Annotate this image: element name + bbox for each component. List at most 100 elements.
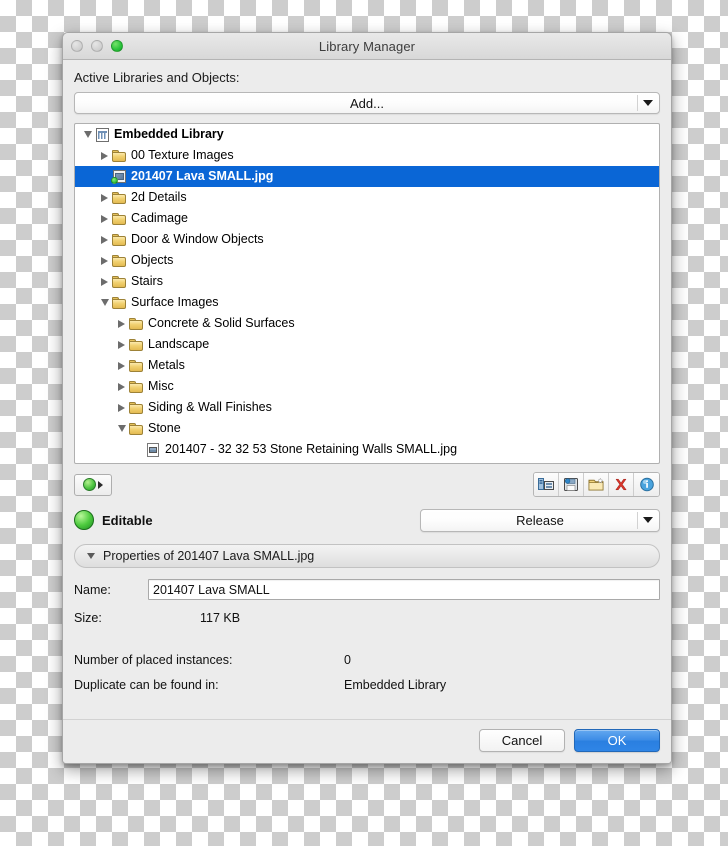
tree-row[interactable]: Landscape (75, 334, 659, 355)
caret-separator (637, 95, 638, 111)
disclosure-closed-icon[interactable] (98, 235, 111, 244)
tree-row[interactable]: Concrete & Solid Surfaces (75, 313, 659, 334)
triangle-down-icon (87, 553, 95, 559)
disclosure-closed-icon[interactable] (98, 277, 111, 286)
new-folder-icon-glyph (588, 477, 604, 491)
tree-row[interactable]: Stairs (75, 271, 659, 292)
duplicate-row: Duplicate can be found in: Embedded Libr… (74, 678, 660, 692)
folder-icon (111, 296, 128, 310)
folder-icon (111, 191, 128, 205)
release-select-value: Release (516, 512, 564, 528)
status-badge: Editable (102, 512, 153, 528)
disclosure-closed-icon[interactable] (98, 193, 111, 202)
save-library-icon-glyph (564, 478, 578, 491)
library-tree[interactable]: Embedded Library 00 Texture Images 201407 … (74, 123, 660, 464)
embedded-badge-icon (111, 176, 118, 184)
tree-row[interactable]: Misc (75, 376, 659, 397)
tree-row[interactable]: 201407 - ... SMALL.jpg (75, 460, 659, 465)
disclosure-closed-icon[interactable] (115, 382, 128, 391)
disclosure-open-icon[interactable] (98, 299, 111, 306)
tree-row[interactable]: Surface Images (75, 292, 659, 313)
folder-icon (111, 149, 128, 163)
tree-row[interactable]: 2d Details (75, 187, 659, 208)
folder-icon (128, 317, 145, 331)
properties-disclosure-header[interactable]: Properties of 201407 Lava SMALL.jpg (74, 544, 660, 568)
instances-value: 0 (344, 653, 351, 667)
release-select[interactable]: Release (420, 508, 660, 532)
green-sphere-icon (83, 478, 96, 491)
tree-row-label: Metals (148, 358, 185, 373)
tree-row[interactable]: Cadimage (75, 208, 659, 229)
active-libraries-label: Active Libraries and Objects: (74, 70, 240, 85)
tree-row-label: Door & Window Objects (131, 232, 264, 247)
image-doc-icon (145, 464, 162, 465)
disclosure-open-icon[interactable] (115, 425, 128, 432)
cancel-button[interactable]: Cancel (479, 729, 565, 752)
library-status-row: Editable Release (74, 507, 660, 533)
tree-row[interactable]: Door & Window Objects (75, 229, 659, 250)
tree-row-label: Surface Images (131, 295, 219, 310)
disclosure-closed-icon[interactable] (115, 403, 128, 412)
instances-row: Number of placed instances: 0 (74, 653, 660, 667)
folder-icon (111, 254, 128, 268)
tree-row[interactable]: Stone (75, 418, 659, 439)
new-folder-icon[interactable] (584, 473, 609, 496)
library-action-icons (533, 472, 660, 497)
folder-icon (128, 422, 145, 436)
library-toolbar (74, 471, 660, 498)
minimize-button-icon[interactable] (91, 40, 103, 52)
window-body: Active Libraries and Objects: Add... Emb… (63, 60, 671, 719)
tree-row-label: Objects (131, 253, 174, 268)
name-input[interactable]: 201407 Lava SMALL (148, 579, 660, 600)
window-title: Library Manager (318, 38, 416, 54)
tree-row[interactable]: 201407 - 32 32 53 Stone Retaining Walls … (75, 439, 659, 460)
library-manager-window: Library Manager Active Libraries and Obj… (62, 32, 672, 764)
folder-icon (128, 338, 145, 352)
disclosure-closed-icon[interactable] (98, 151, 111, 160)
library-state-button[interactable] (74, 473, 112, 496)
chevron-down-icon (643, 517, 653, 523)
tree-row-label: Cadimage (131, 211, 188, 226)
info-icon-glyph (639, 477, 654, 492)
tree-row[interactable]: 00 Texture Images (75, 145, 659, 166)
disclosure-closed-icon[interactable] (115, 319, 128, 328)
tree-row-label: Embedded Library (114, 127, 224, 142)
library-icon (94, 127, 111, 142)
disclosure-closed-icon[interactable] (115, 361, 128, 370)
folder-icon (128, 359, 145, 373)
tree-row[interactable]: Siding & Wall Finishes (75, 397, 659, 418)
tree-row-label: 201407 Lava SMALL.jpg (131, 169, 274, 184)
tree-row[interactable]: Metals (75, 355, 659, 376)
size-row: Size: 117 KB (74, 611, 660, 625)
add-library-icon-glyph (538, 478, 554, 490)
folder-icon (111, 233, 128, 247)
green-sphere-icon (74, 510, 94, 530)
tree-row-label: 00 Texture Images (131, 148, 234, 163)
disclosure-open-icon[interactable] (81, 131, 94, 138)
delete-icon[interactable] (609, 473, 634, 496)
tree-row[interactable]: 201407 Lava SMALL.jpg (75, 166, 659, 187)
duplicate-value: Embedded Library (344, 678, 447, 692)
transparency-backdrop: Library Manager Active Libraries and Obj… (0, 0, 728, 846)
tree-row-label: 201407 - 32 32 53 Stone Retaining Walls … (165, 442, 458, 457)
tree-row[interactable]: Objects (75, 250, 659, 271)
image-doc-icon (145, 442, 162, 457)
add-library-button[interactable]: Add... (74, 92, 660, 114)
dialog-footer: Cancel OK (63, 719, 671, 763)
close-button-icon[interactable] (71, 40, 83, 52)
ok-button[interactable]: OK (574, 729, 660, 752)
tree-row[interactable]: Embedded Library (75, 124, 659, 145)
tree-row-label: Concrete & Solid Surfaces (148, 316, 295, 331)
info-icon[interactable] (634, 473, 659, 496)
chevron-down-icon (643, 100, 653, 106)
add-library-icon[interactable] (534, 473, 559, 496)
caret-separator (637, 511, 638, 529)
disclosure-closed-icon[interactable] (98, 256, 111, 265)
properties-header-label: Properties of 201407 Lava SMALL.jpg (103, 549, 315, 563)
zoom-button-icon[interactable] (111, 40, 123, 52)
tree-row-label: Landscape (148, 337, 210, 352)
save-library-icon[interactable] (559, 473, 584, 496)
size-value: 117 KB (200, 611, 241, 625)
disclosure-closed-icon[interactable] (115, 340, 128, 349)
disclosure-closed-icon[interactable] (98, 214, 111, 223)
